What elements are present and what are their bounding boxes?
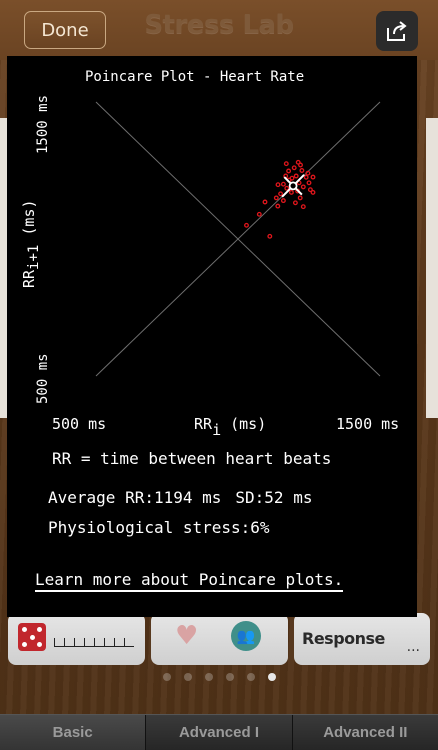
data-point — [262, 199, 268, 205]
data-point — [305, 170, 311, 176]
app-title: Stress Lab — [144, 10, 294, 40]
data-point — [283, 161, 289, 167]
x-tick-left: 500 ms — [52, 415, 107, 433]
data-point — [293, 173, 299, 179]
data-point — [256, 211, 262, 217]
y-tick-bottom: 500 ms — [35, 353, 51, 404]
tab-advanced-ii[interactable]: Advanced II — [292, 715, 438, 750]
data-point — [299, 168, 305, 173]
stats-line: Average RR:1194 ms SD:52 ms — [48, 488, 326, 507]
card-heart-people[interactable]: ♥ 👥 — [151, 613, 288, 665]
page-dot[interactable] — [204, 673, 213, 681]
mean-marker — [288, 181, 298, 191]
card-response[interactable]: Response ... — [294, 613, 430, 665]
share-icon — [387, 21, 407, 41]
data-point — [288, 189, 294, 195]
poincare-plot — [95, 101, 381, 377]
tab-bar: Basic Advanced I Advanced II — [0, 714, 438, 750]
background-panel-right — [426, 118, 438, 418]
x-tick-right: 1500 ms — [336, 415, 400, 433]
plot-title: Poincare Plot - Heart Rate — [85, 69, 305, 85]
data-point — [280, 198, 286, 204]
data-point — [275, 182, 281, 188]
data-point — [310, 174, 316, 180]
data-point — [303, 174, 309, 180]
stress-value: Physiological stress:6% — [48, 518, 270, 537]
x-axis-label: RRi (ms) — [194, 415, 267, 439]
poincare-overlay: Poincare Plot - Heart Rate 1500 ms 500 m… — [7, 56, 417, 617]
data-point — [267, 233, 273, 239]
page-indicator[interactable] — [0, 673, 438, 685]
page-dot[interactable] — [225, 673, 234, 681]
data-point — [273, 195, 279, 201]
data-point — [289, 175, 295, 181]
ruler-scale — [54, 637, 134, 647]
share-button[interactable] — [376, 11, 418, 51]
people-icon: 👥 — [231, 621, 261, 651]
y-axis-label: RRi+1 (ms) — [20, 199, 42, 288]
ellipsis-text: ... — [406, 639, 420, 655]
data-point — [300, 184, 306, 190]
page-dot[interactable] — [183, 673, 192, 681]
heart-icon: ♥ — [175, 621, 199, 651]
card-dice[interactable] — [8, 613, 145, 665]
page-dot[interactable] — [267, 673, 276, 681]
learn-more-link[interactable]: Learn more about Poincare plots. — [35, 570, 344, 592]
data-point — [291, 165, 297, 171]
data-point — [280, 181, 286, 187]
response-label: Response — [302, 629, 385, 648]
sd-value: SD:52 ms — [235, 488, 313, 507]
navigation-bar: Done Stress Lab — [0, 0, 438, 60]
average-rr-value: Average RR:1194 ms — [48, 488, 222, 507]
data-point — [292, 200, 298, 206]
data-point — [297, 195, 303, 201]
data-point — [275, 203, 281, 209]
data-point — [244, 222, 249, 228]
tab-advanced-i[interactable]: Advanced I — [146, 715, 293, 750]
y-tick-top: 1500 ms — [35, 94, 51, 154]
data-point — [278, 191, 284, 197]
data-point — [298, 162, 303, 168]
data-point — [286, 168, 292, 174]
rr-definition-note: RR = time between heart beats — [52, 449, 332, 468]
data-point — [310, 189, 316, 195]
page-dot[interactable] — [246, 673, 255, 681]
dice-icon — [18, 623, 46, 651]
data-point — [300, 204, 306, 210]
page-dot[interactable] — [162, 673, 171, 681]
done-button[interactable]: Done — [24, 11, 106, 49]
tab-basic[interactable]: Basic — [0, 715, 147, 750]
data-point — [306, 180, 312, 186]
